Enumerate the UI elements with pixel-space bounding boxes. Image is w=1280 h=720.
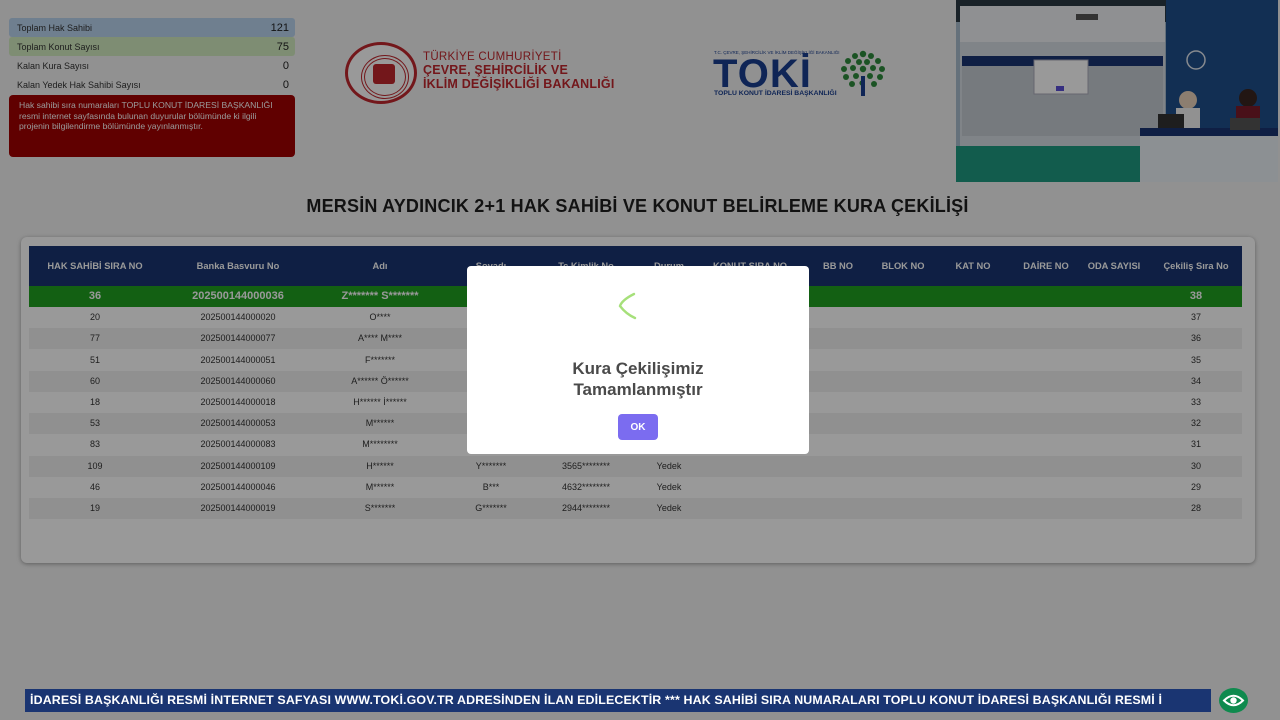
dialog-title: Kura Çekilişimiz Tamamlanmıştır (467, 358, 809, 400)
eye-toggle-button[interactable] (1219, 688, 1248, 713)
news-ticker: İDARESİ BAŞKANLIĞI RESMİ İNTERNET SAFYAS… (25, 689, 1211, 712)
completion-dialog: Kura Çekilişimiz Tamamlanmıştır OK (467, 266, 809, 454)
dialog-title-line-2: Tamamlanmıştır (573, 380, 703, 399)
dialog-title-line-1: Kura Çekilişimiz (572, 359, 704, 378)
eye-icon (1222, 694, 1245, 707)
loading-spinner-icon (618, 292, 637, 320)
ok-button[interactable]: OK (618, 414, 658, 440)
